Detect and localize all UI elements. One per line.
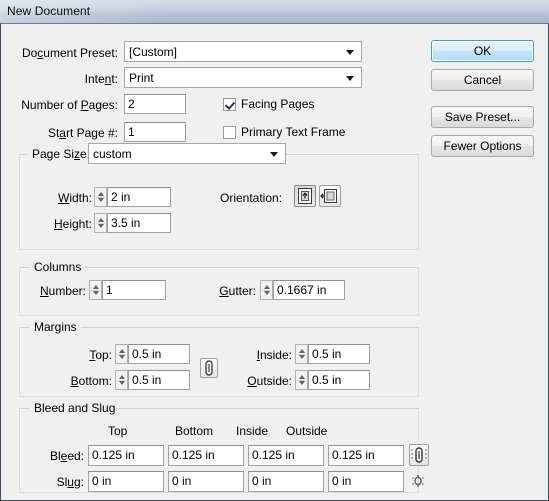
bleed-outside-input[interactable]: 0.125 in (328, 445, 404, 466)
spinner-up-icon[interactable] (118, 375, 125, 379)
spinner-down-icon[interactable] (298, 355, 305, 359)
chevron-down-icon (346, 75, 354, 81)
spinner-up-icon[interactable] (97, 192, 104, 196)
margins-group-title: Margins (30, 320, 81, 334)
columns-number-input[interactable]: 1 (102, 280, 166, 300)
height-input[interactable]: 3.5 in (107, 213, 171, 233)
margin-outside-label: Outside: (247, 374, 292, 388)
spinner-down-icon[interactable] (92, 291, 99, 295)
height-spinner[interactable] (94, 213, 107, 233)
slug-top-input[interactable]: 0 in (88, 471, 164, 492)
margin-bottom-label: Bottom: (70, 374, 112, 388)
bleed-inside-input[interactable]: 0.125 in (248, 445, 324, 466)
chain-link-icon (205, 360, 213, 376)
chain-link-broken-icon (412, 475, 424, 487)
spinner-up-icon[interactable] (92, 285, 99, 289)
cancel-button[interactable]: Cancel (431, 69, 534, 91)
chevron-down-icon (270, 151, 278, 157)
start-page-input[interactable]: 1 (124, 122, 186, 142)
spinner-down-icon[interactable] (298, 381, 305, 385)
intent-combobox[interactable]: Print (124, 67, 362, 88)
bleed-slug-group: Bleed and Slug Top Bottom Inside Outside… (19, 401, 429, 493)
bleed-col-top-header: Top (108, 424, 128, 438)
margin-outside-spinner[interactable] (295, 370, 308, 390)
spinner-up-icon[interactable] (263, 285, 270, 289)
page-size-value: custom (93, 147, 132, 161)
spinner-down-icon[interactable] (118, 355, 125, 359)
bleed-col-outside-header: Outside (286, 424, 328, 438)
checkbox-check-icon (223, 98, 236, 111)
document-preset-value: [Custom] (129, 45, 178, 59)
bleed-slug-group-title: Bleed and Slug (30, 401, 120, 415)
facing-pages-label: Facing Pages (241, 97, 315, 111)
height-label: Height: (53, 217, 92, 231)
gutter-spinner[interactable] (260, 280, 273, 300)
margin-outside-input[interactable]: 0.5 in (308, 370, 370, 390)
margin-inside-label: Inside: (256, 348, 292, 362)
fewer-options-button[interactable]: Fewer Options (431, 135, 534, 157)
save-preset-button[interactable]: Save Preset... (431, 106, 534, 128)
spinner-down-icon[interactable] (97, 198, 104, 202)
number-of-pages-label: Number of Pages: (21, 98, 118, 112)
orientation-portrait-button[interactable] (294, 185, 316, 207)
intent-value: Print (129, 71, 154, 85)
slug-inside-input[interactable]: 0 in (248, 471, 324, 492)
bleed-col-bottom-header: Bottom (175, 424, 214, 438)
landscape-icon (320, 189, 337, 203)
start-page-label: Start Page #: (47, 126, 118, 140)
columns-group: Columns Number: 1 Gutter: 0.1667 in (19, 260, 419, 316)
dialog-client-area: OK Cancel Save Preset... Fewer Options D… (0, 23, 549, 501)
margin-bottom-input[interactable]: 0.5 in (128, 370, 190, 390)
width-input[interactable]: 2 in (107, 187, 171, 207)
page-size-group: Page Size: custom Width: 2 in Height: 3.… (19, 143, 419, 250)
bleed-row-label: Bleed: (49, 449, 84, 463)
spinner-down-icon[interactable] (118, 381, 125, 385)
spinner-up-icon[interactable] (97, 218, 104, 222)
columns-group-title: Columns (30, 260, 86, 274)
document-preset-label: Document Preset: (21, 46, 118, 60)
slug-outside-input[interactable]: 0 in (328, 471, 404, 492)
margins-group: Margins Top: 0.5 in Bottom: 0.5 in Insid… (19, 320, 419, 397)
title-bar: New Document (0, 0, 549, 23)
margin-top-label: Top: (89, 348, 112, 362)
orientation-landscape-button[interactable] (319, 185, 341, 207)
spinner-up-icon[interactable] (298, 375, 305, 379)
gutter-input[interactable]: 0.1667 in (273, 280, 345, 300)
page-size-label: Page Size: (28, 147, 95, 161)
gutter-label: Gutter: (219, 284, 256, 298)
checkbox-box-icon (223, 126, 236, 139)
spinner-down-icon[interactable] (97, 224, 104, 228)
spinner-up-icon[interactable] (298, 349, 305, 353)
primary-text-frame-label: Primary Text Frame (241, 125, 346, 139)
orientation-label: Orientation: (220, 191, 283, 205)
intent-label: Intent: (84, 72, 118, 86)
margin-top-spinner[interactable] (115, 344, 128, 364)
margin-inside-input[interactable]: 0.5 in (308, 344, 370, 364)
slug-bottom-input[interactable]: 0 in (168, 471, 244, 492)
new-document-dialog: New Document OK Cancel Save Preset... Fe… (0, 0, 549, 501)
chevron-down-icon (346, 49, 354, 55)
portrait-icon (298, 188, 312, 204)
bleed-top-input[interactable]: 0.125 in (88, 445, 164, 466)
window-title: New Document (7, 4, 91, 18)
width-label: Width: (57, 191, 92, 205)
margin-top-input[interactable]: 0.5 in (128, 344, 190, 364)
columns-number-label: Number: (39, 284, 86, 298)
page-size-combobox[interactable]: custom (88, 143, 286, 164)
spinner-up-icon[interactable] (118, 349, 125, 353)
ok-button[interactable]: OK (431, 40, 534, 62)
chain-link-icon (411, 447, 427, 463)
bleed-bottom-input[interactable]: 0.125 in (168, 445, 244, 466)
width-spinner[interactable] (94, 187, 107, 207)
margin-bottom-spinner[interactable] (115, 370, 128, 390)
spinner-down-icon[interactable] (263, 291, 270, 295)
slug-link-button[interactable] (409, 471, 429, 493)
document-preset-combobox[interactable]: [Custom] (124, 41, 362, 62)
slug-row-label: Slug: (56, 475, 84, 489)
bleed-col-inside-header: Inside (236, 424, 269, 438)
margin-inside-spinner[interactable] (295, 344, 308, 364)
bleed-link-button[interactable] (409, 444, 429, 466)
columns-number-spinner[interactable] (89, 280, 102, 300)
number-of-pages-input[interactable]: 2 (124, 94, 186, 114)
